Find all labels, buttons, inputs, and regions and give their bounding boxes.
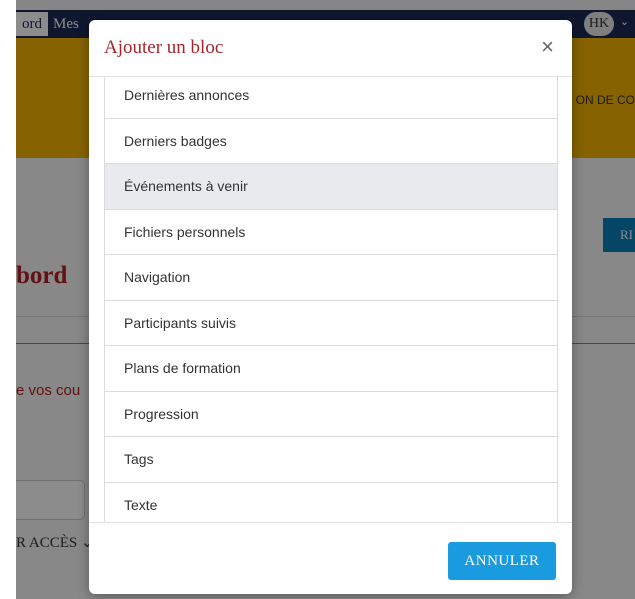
add-block-dialog: Ajouter un bloc × Dernières annonces Der… — [89, 20, 572, 594]
list-item[interactable]: Tags — [105, 437, 557, 483]
dialog-header: Ajouter un bloc × — [89, 20, 572, 77]
list-item[interactable]: Derniers badges — [105, 118, 557, 164]
list-item[interactable]: Événements à venir — [105, 164, 557, 210]
close-icon[interactable]: × — [541, 34, 554, 60]
list-item[interactable]: Dernières annonces — [105, 77, 557, 119]
cancel-button[interactable]: ANNULER — [448, 542, 556, 580]
dialog-body[interactable]: Dernières annonces Derniers badges Événe… — [89, 77, 572, 522]
dialog-footer: ANNULER — [89, 522, 572, 594]
list-item[interactable]: Participants suivis — [105, 300, 557, 346]
screen-edge — [0, 0, 16, 599]
list-item[interactable]: Plans de formation — [105, 346, 557, 392]
list-item[interactable]: Progression — [105, 391, 557, 437]
list-item[interactable]: Navigation — [105, 255, 557, 301]
list-item[interactable]: Fichiers personnels — [105, 209, 557, 255]
list-item[interactable]: Texte — [105, 482, 557, 522]
block-list: Dernières annonces Derniers badges Événe… — [104, 77, 558, 522]
dialog-title: Ajouter un bloc — [104, 37, 224, 58]
